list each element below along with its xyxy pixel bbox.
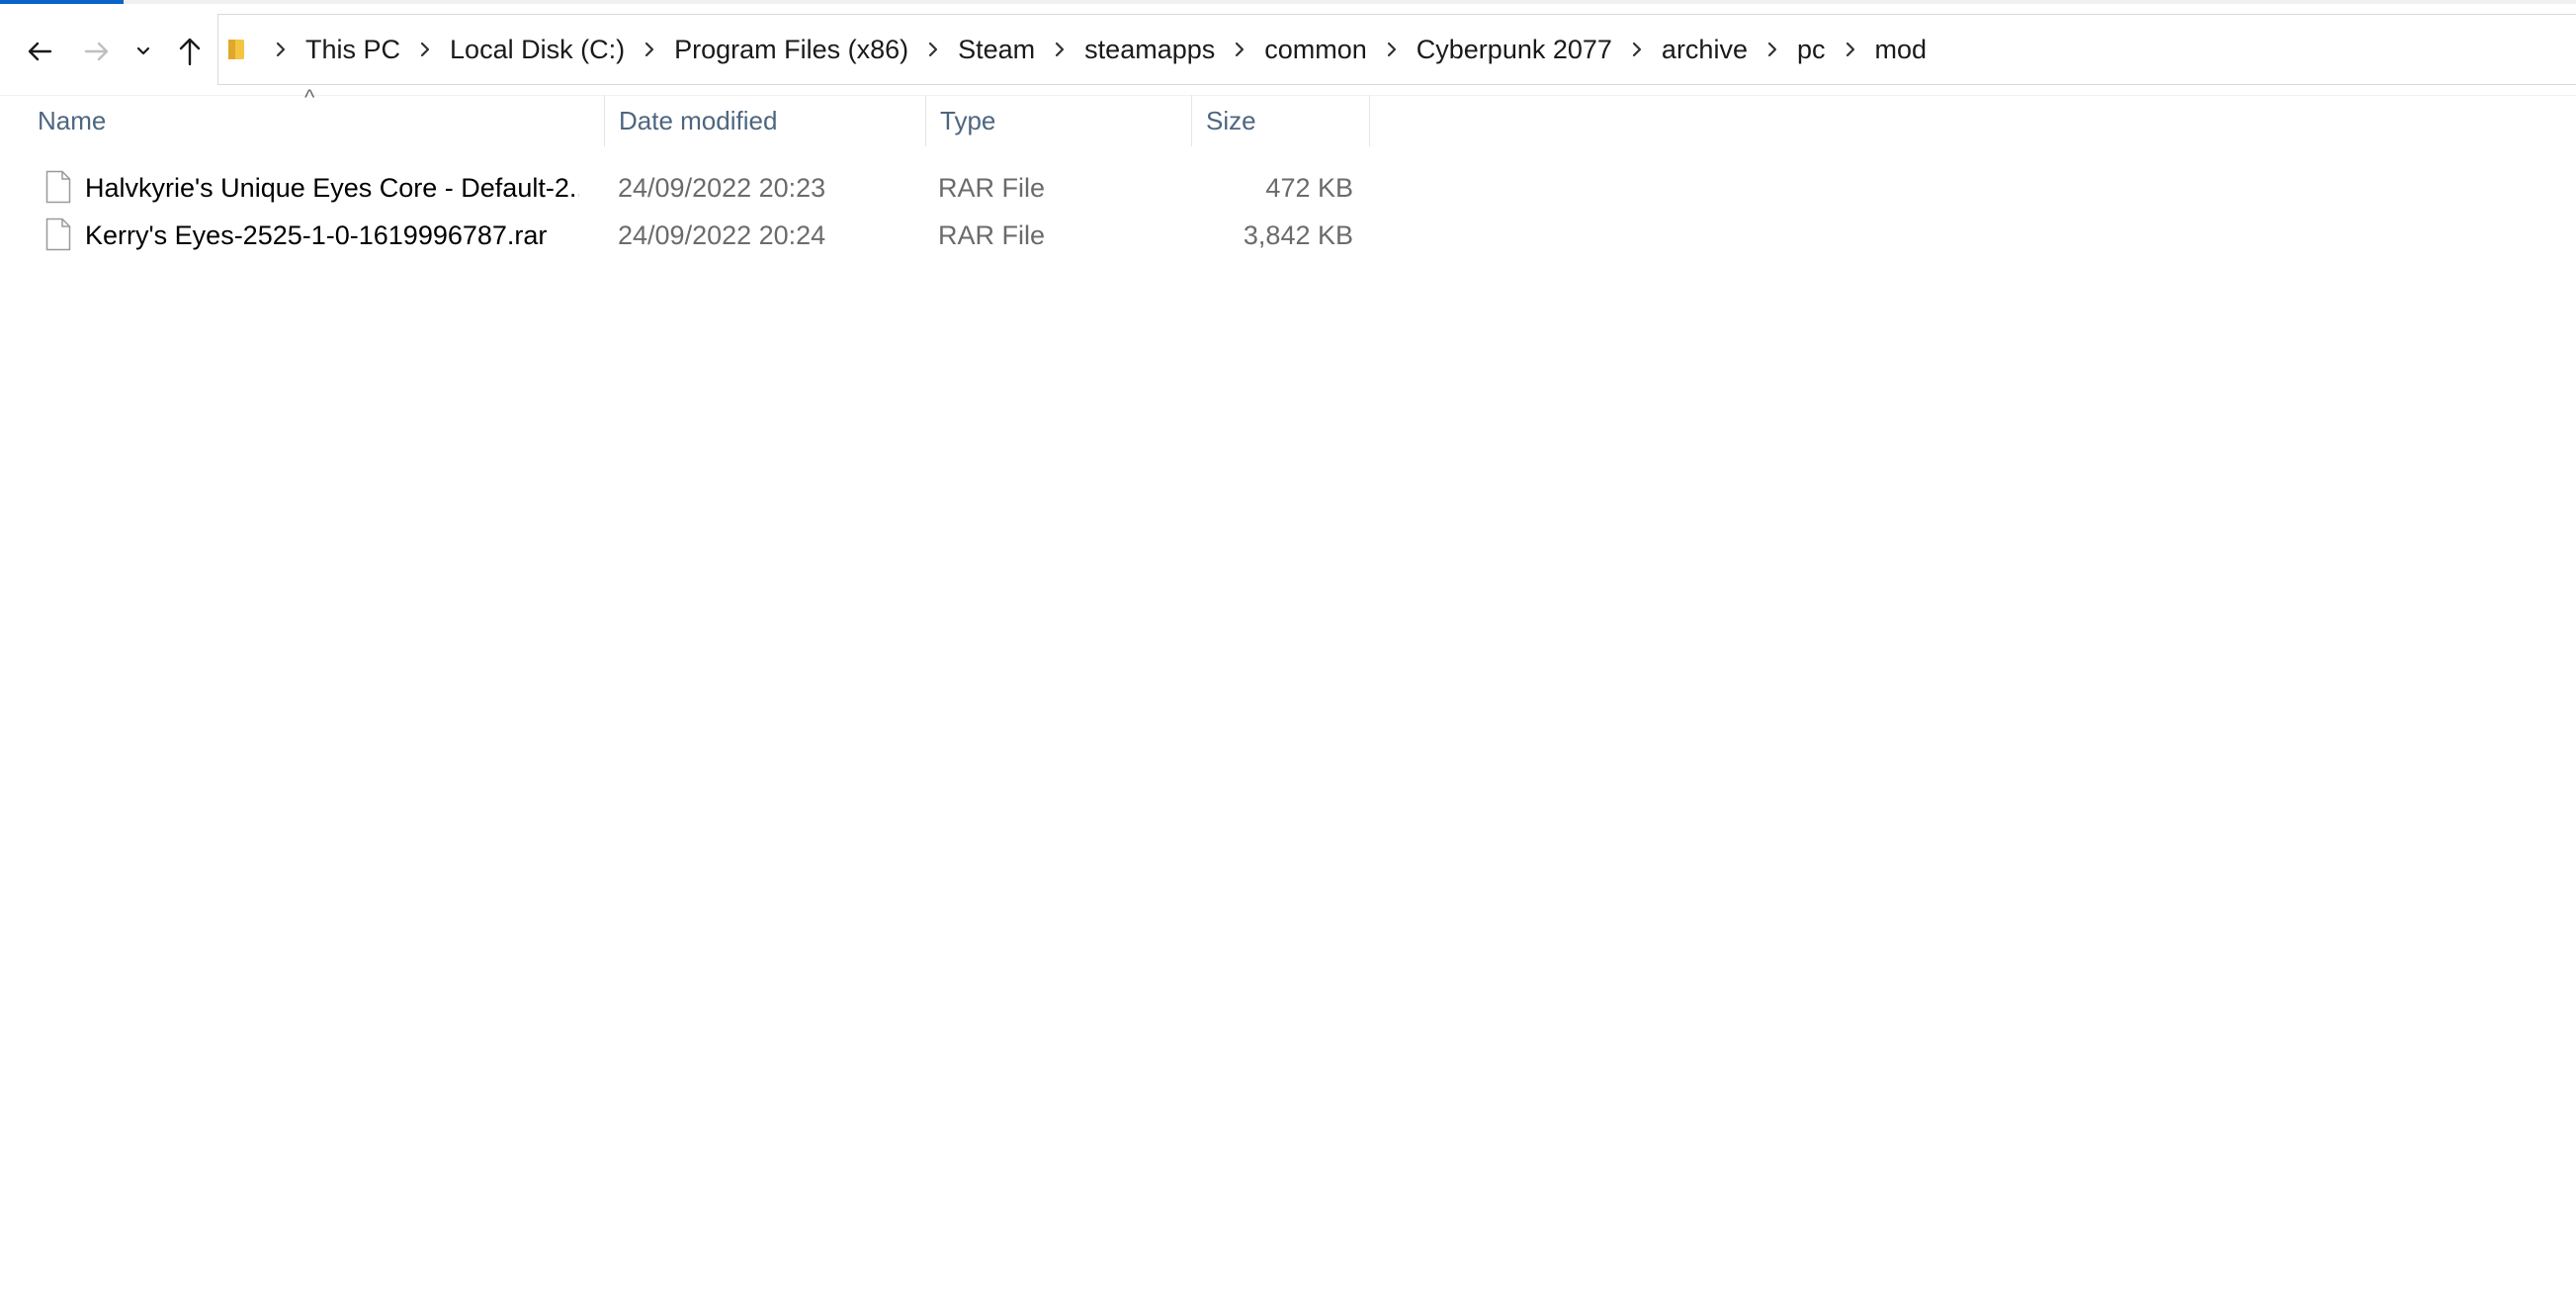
chevron-down-icon bbox=[136, 46, 150, 55]
address-bar[interactable]: This PC Local Disk (C:) Program Files (x86… bbox=[217, 14, 2576, 85]
column-header-type-label: Type bbox=[940, 106, 996, 135]
breadcrumb-item[interactable]: Program Files (x86) bbox=[668, 30, 914, 69]
column-header-name-label: Name bbox=[38, 106, 107, 135]
column-header-name[interactable]: Name bbox=[24, 95, 605, 146]
column-header-size-label: Size bbox=[1206, 106, 1256, 135]
file-type: RAR File bbox=[938, 220, 1046, 250]
up-button[interactable] bbox=[164, 26, 215, 77]
file-list: Halvkyrie's Unique Eyes Core - Default-2… bbox=[0, 164, 1370, 259]
file-name: Kerry's Eyes-2525-1-0-1619996787.rar bbox=[85, 220, 548, 250]
file-size: 472 KB bbox=[1265, 173, 1353, 203]
breadcrumb-separator-chevron-right-icon[interactable] bbox=[1221, 30, 1258, 69]
navigation-toolbar: This PC Local Disk (C:) Program Files (x86… bbox=[0, 4, 2576, 96]
file-size: 3,842 KB bbox=[1243, 220, 1353, 250]
column-header-date-modified[interactable]: Date modified bbox=[605, 95, 926, 146]
column-header-size[interactable]: Size bbox=[1192, 95, 1370, 146]
file-name: Halvkyrie's Unique Eyes Core - Default-2… bbox=[85, 173, 579, 203]
arrow-left-icon bbox=[28, 42, 52, 61]
breadcrumb-item[interactable]: steamapps bbox=[1078, 30, 1221, 69]
breadcrumb-item[interactable]: This PC bbox=[300, 30, 406, 69]
file-icon bbox=[45, 170, 71, 204]
folder-icon bbox=[226, 35, 252, 64]
breadcrumb-item[interactable]: common bbox=[1258, 30, 1373, 69]
back-button[interactable] bbox=[14, 26, 65, 77]
recent-locations-button[interactable] bbox=[121, 26, 166, 77]
breadcrumb-separator-chevron-right-icon[interactable] bbox=[1618, 30, 1656, 69]
arrow-up-icon bbox=[179, 38, 201, 66]
file-date-modified: 24/09/2022 20:24 bbox=[618, 220, 826, 250]
breadcrumb-separator-chevron-right-icon[interactable] bbox=[1041, 30, 1078, 69]
breadcrumb-item[interactable]: Local Disk (C:) bbox=[444, 30, 631, 69]
table-row[interactable]: Kerry's Eyes-2525-1-0-1619996787.rar 24/… bbox=[0, 212, 1370, 259]
breadcrumb-item[interactable]: archive bbox=[1656, 30, 1754, 69]
file-date-modified: 24/09/2022 20:23 bbox=[618, 173, 826, 203]
breadcrumb-item[interactable]: Steam bbox=[952, 30, 1041, 69]
breadcrumb-separator-chevron-right-icon[interactable] bbox=[914, 30, 952, 69]
file-icon bbox=[45, 218, 71, 251]
breadcrumb-separator-chevron-right-icon[interactable] bbox=[1832, 30, 1869, 69]
table-row[interactable]: Halvkyrie's Unique Eyes Core - Default-2… bbox=[0, 164, 1370, 212]
breadcrumb-separator-chevron-right-icon[interactable] bbox=[1754, 30, 1791, 69]
breadcrumb-item[interactable]: pc bbox=[1791, 30, 1832, 69]
breadcrumb-separator-chevron-right-icon[interactable] bbox=[1373, 30, 1411, 69]
column-header-type[interactable]: Type bbox=[926, 95, 1192, 146]
breadcrumb-item[interactable]: Cyberpunk 2077 bbox=[1411, 30, 1618, 69]
breadcrumb-separator-chevron-right-icon[interactable] bbox=[631, 30, 668, 69]
column-header-date-label: Date modified bbox=[619, 106, 778, 135]
arrow-right-icon bbox=[84, 42, 109, 61]
breadcrumb-separator-chevron-right-icon[interactable] bbox=[262, 30, 300, 69]
breadcrumb-item[interactable]: mod bbox=[1869, 30, 1933, 69]
column-header-row: Name Date modified Type Size bbox=[0, 95, 1370, 146]
forward-button[interactable] bbox=[71, 26, 123, 77]
breadcrumb-separator-chevron-right-icon[interactable] bbox=[406, 30, 444, 69]
file-type: RAR File bbox=[938, 173, 1046, 203]
